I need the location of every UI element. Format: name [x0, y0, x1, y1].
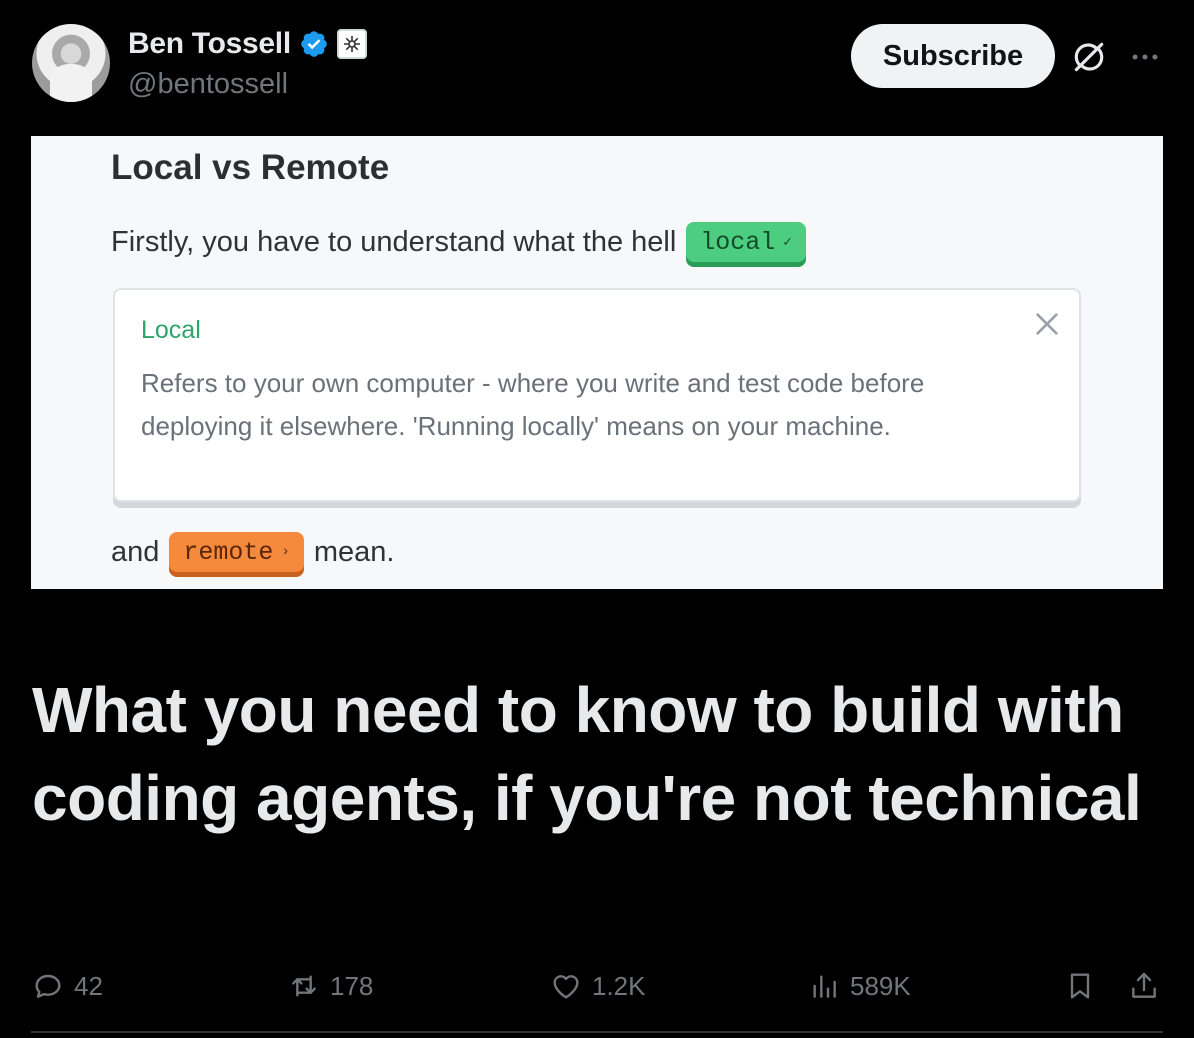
avatar[interactable] [32, 24, 110, 102]
views-button[interactable]: 589K [808, 960, 911, 1012]
like-button[interactable]: 1.2K [550, 960, 646, 1012]
like-icon [553, 975, 579, 999]
reply-button[interactable]: 42 [32, 960, 103, 1012]
bookmark-icon [1070, 973, 1090, 999]
post: Ben Tossell @bentossell Subscribe Local … [0, 0, 1194, 1038]
remote-chip-label: remote [183, 537, 274, 567]
share-button[interactable] [1128, 960, 1160, 1012]
card-line-2-suffix: mean. [313, 535, 395, 568]
reply-icon [35, 974, 61, 998]
divider [31, 1031, 1163, 1033]
chevron-right-icon: › [281, 544, 290, 560]
reply-count: 42 [74, 970, 103, 1001]
card-line-2: and remote › mean. [111, 532, 394, 572]
views-count: 589K [850, 970, 911, 1001]
like-count: 1.2K [592, 970, 646, 1001]
views-icon [813, 975, 836, 998]
affiliate-badge-icon[interactable] [336, 29, 367, 59]
more-icon[interactable] [1128, 40, 1162, 74]
card-line-1-text: Firstly, you have to understand what the… [111, 225, 677, 258]
author-handle[interactable]: @bentossell [128, 68, 288, 101]
definition-term: Local [141, 316, 201, 344]
grok-icon[interactable] [1070, 38, 1108, 76]
bookmark-button[interactable] [1064, 960, 1096, 1012]
card-title: Local vs Remote [111, 148, 390, 187]
local-chip-label: local [700, 227, 776, 257]
article-title[interactable]: What you need to know to build with codi… [32, 666, 1162, 842]
local-chip: local ✓ [686, 222, 806, 262]
check-icon: ✓ [783, 234, 792, 251]
definition-box: Local Refers to your own computer - wher… [113, 288, 1081, 502]
author-display-name[interactable]: Ben Tossell [128, 27, 291, 61]
repost-button[interactable]: 178 [288, 960, 373, 1012]
repost-count: 178 [330, 970, 374, 1001]
card-line-2-prefix: and [111, 535, 160, 568]
subscribe-button[interactable]: Subscribe [851, 24, 1055, 88]
author-name-row: Ben Tossell [128, 27, 367, 61]
verified-badge-icon [301, 31, 327, 57]
card-line-1: Firstly, you have to understand what the… [111, 222, 806, 262]
close-icon [1036, 313, 1058, 335]
share-icon [1132, 972, 1156, 998]
definition-text: Refers to your own computer - where you … [141, 368, 925, 441]
action-bar: 42 178 1.2K 589K [0, 960, 1194, 1012]
remote-chip: remote › [169, 532, 304, 572]
article-cover-image[interactable]: Local vs Remote Firstly, you have to und… [31, 136, 1163, 589]
repost-icon [292, 975, 316, 997]
